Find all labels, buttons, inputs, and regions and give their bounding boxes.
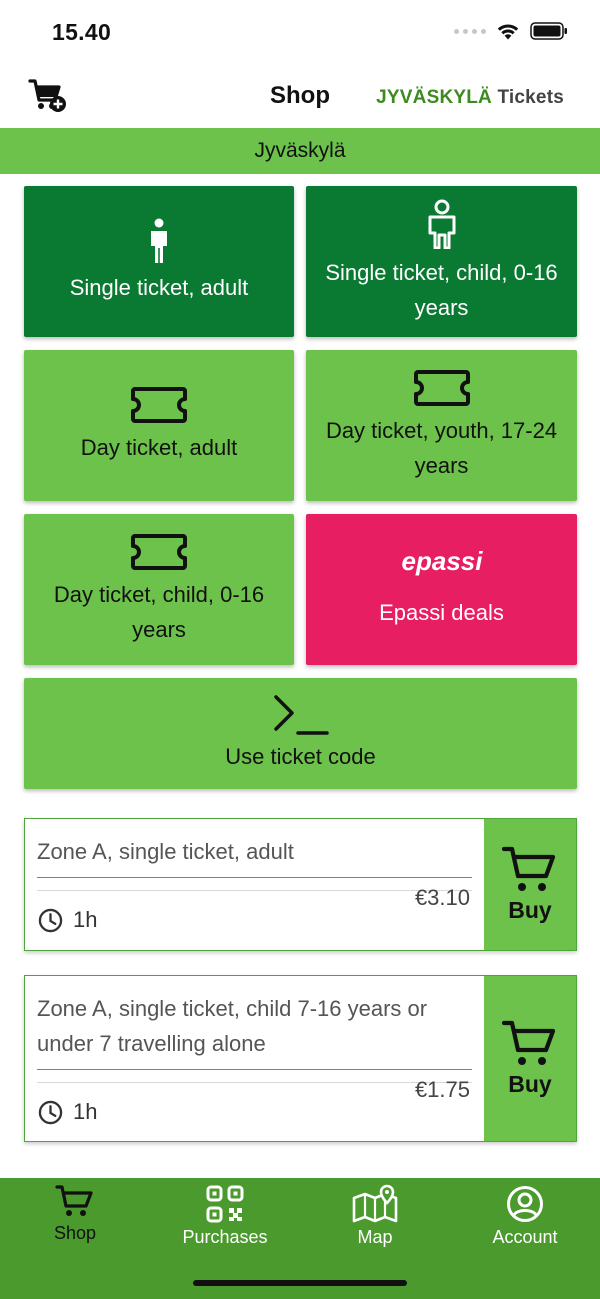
product-name: Zone A, single ticket, adult xyxy=(37,834,472,878)
map-icon xyxy=(352,1184,398,1223)
status-time: 15.40 xyxy=(52,19,112,45)
wifi-icon xyxy=(497,24,519,40)
status-bar: 15.40 xyxy=(0,0,600,66)
status-icons xyxy=(454,22,568,40)
product-price: €1.75 xyxy=(414,1077,470,1102)
tile-single-ticket-adult[interactable]: Single ticket, adult xyxy=(24,186,294,337)
tile-label: Day ticket, youth, 17-24 years xyxy=(325,417,558,478)
tab-label: Shop xyxy=(53,1223,97,1243)
tab-label: Account xyxy=(492,1227,558,1247)
epassi-logo: epassi xyxy=(401,549,483,576)
tab-label: Map xyxy=(357,1227,393,1247)
tile-label: Epassi deals xyxy=(379,600,504,625)
buy-label: Buy xyxy=(508,1071,552,1097)
home-indicator xyxy=(193,1280,407,1286)
account-icon xyxy=(507,1186,543,1222)
region-bar: Jyväskylä xyxy=(0,128,600,174)
tile-label: Single ticket, adult xyxy=(69,275,249,300)
tile-label: Day ticket, adult xyxy=(80,435,238,460)
buy-button[interactable]: Buy xyxy=(484,819,576,950)
signal-icon xyxy=(454,28,486,34)
buy-button[interactable]: Buy xyxy=(484,976,576,1141)
product-price: €3.10 xyxy=(414,885,470,910)
divider xyxy=(37,890,472,891)
tile-label: Single ticket, child, 0-16 years xyxy=(325,259,558,320)
divider xyxy=(37,1082,472,1083)
tile-epassi-deals[interactable]: epassi Epassi deals xyxy=(306,514,577,665)
duration-label: 1h xyxy=(73,1099,98,1124)
clock-icon xyxy=(38,1100,63,1124)
tab-label: Purchases xyxy=(182,1227,268,1247)
ticket-icon xyxy=(131,387,187,423)
tile-label: Day ticket, child, 0-16 years xyxy=(53,581,265,642)
ticket-icon xyxy=(413,369,470,406)
duration-label: 1h xyxy=(73,907,98,932)
qr-code-icon xyxy=(206,1185,244,1223)
child-icon xyxy=(428,199,455,249)
tile-day-ticket-child[interactable]: Day ticket, child, 0-16 years xyxy=(24,514,294,665)
cart-icon xyxy=(502,846,556,891)
tab-map[interactable]: Map xyxy=(300,1184,450,1248)
cart-icon xyxy=(55,1185,93,1216)
clock-icon xyxy=(38,908,63,932)
product-card: Zone A, single ticket, child 7-16 years … xyxy=(24,975,577,1142)
terminal-icon xyxy=(273,695,329,735)
product-card: Zone A, single ticket, adult €3.10 1h Bu… xyxy=(24,818,577,951)
tile-single-ticket-child[interactable]: Single ticket, child, 0-16 years xyxy=(306,186,577,337)
product-name: Zone A, single ticket, child 7-16 years … xyxy=(37,991,472,1070)
tile-day-ticket-adult[interactable]: Day ticket, adult xyxy=(24,350,294,501)
product-duration: 1h xyxy=(38,907,97,933)
tab-account[interactable]: Account xyxy=(450,1184,600,1248)
tab-shop[interactable]: Shop xyxy=(0,1184,150,1244)
tab-purchases[interactable]: Purchases xyxy=(150,1184,300,1248)
brand-logo: JYVÄSKYLÄ Tickets xyxy=(376,87,564,109)
product-info[interactable]: Zone A, single ticket, child 7-16 years … xyxy=(25,976,484,1141)
tile-label: Use ticket code xyxy=(225,744,376,769)
brand-city: JYVÄSKYLÄ xyxy=(376,87,492,108)
cart-icon xyxy=(502,1020,556,1065)
product-info[interactable]: Zone A, single ticket, adult €3.10 1h xyxy=(25,819,484,950)
product-duration: 1h xyxy=(38,1099,97,1125)
brand-tickets: Tickets xyxy=(497,87,564,108)
ticket-icon xyxy=(131,533,187,570)
tile-day-ticket-youth[interactable]: Day ticket, youth, 17-24 years xyxy=(306,350,577,501)
tile-use-ticket-code[interactable]: Use ticket code xyxy=(24,678,577,789)
buy-label: Buy xyxy=(508,897,552,923)
nav-bar: Shop JYVÄSKYLÄ Tickets xyxy=(0,66,600,128)
svg-text:epassi: epassi xyxy=(401,549,483,576)
battery-icon xyxy=(530,22,567,40)
person-icon xyxy=(151,218,167,263)
